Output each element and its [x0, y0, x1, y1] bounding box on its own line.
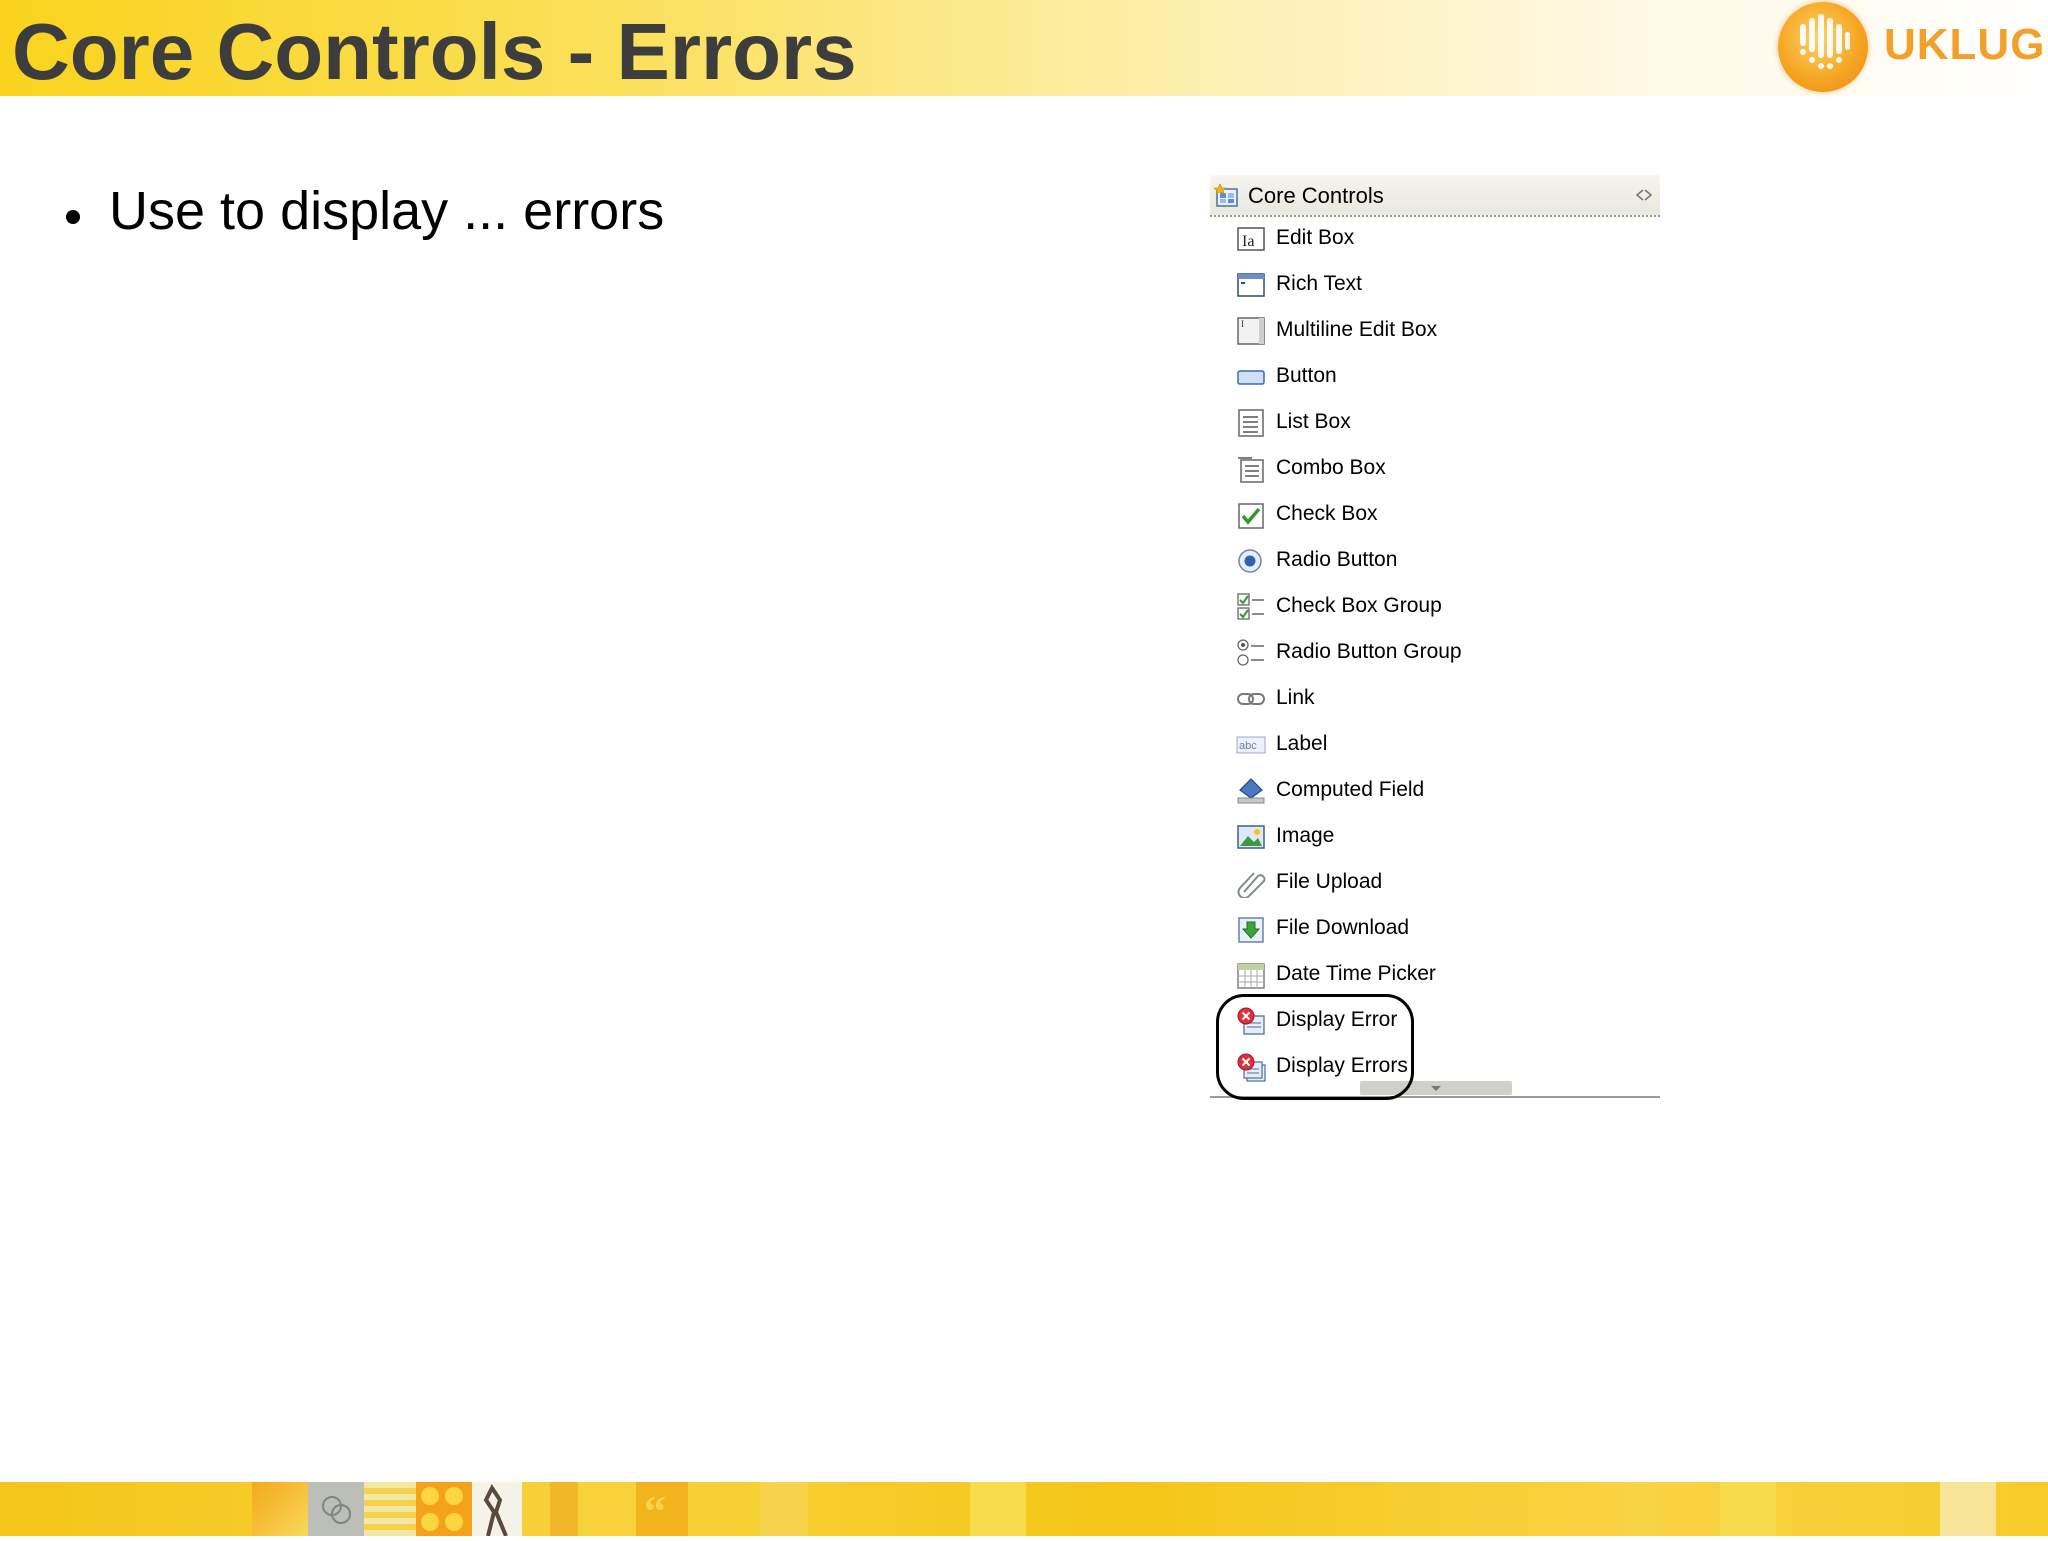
footer-tile	[364, 1482, 416, 1536]
footer-tile	[760, 1482, 808, 1536]
decorative-footer-strip: “	[0, 1482, 2048, 1537]
palette-header-label: Core Controls	[1248, 183, 1384, 208]
core-controls-drawer-icon	[1214, 183, 1238, 207]
rich-text-icon	[1237, 273, 1265, 297]
svg-text:abc: abc	[1239, 740, 1257, 752]
palette-item-link[interactable]: Link	[1236, 679, 1636, 719]
uklug-logo: UKLUG	[1778, 2, 2044, 92]
footer-tile	[308, 1482, 364, 1536]
palette-item-radio-button[interactable]: Radio Button	[1236, 541, 1636, 581]
footer-tile	[550, 1482, 578, 1536]
palette-item-check-box-group[interactable]: Check Box Group	[1236, 587, 1636, 627]
palette-item-combo-box[interactable]: Combo Box	[1236, 449, 1636, 489]
svg-text:Ia: Ia	[1242, 233, 1254, 250]
radio-button-group-icon	[1237, 639, 1264, 666]
palette-item-computed-field[interactable]: Computed Field	[1236, 771, 1636, 811]
palette-item-button[interactable]: Button	[1236, 357, 1636, 397]
palette-item-date-time-picker[interactable]: Date Time Picker	[1236, 955, 1636, 995]
palette-item-label[interactable]: abc Label	[1236, 725, 1636, 765]
svg-text:I: I	[1241, 319, 1244, 329]
footer-tile	[252, 1482, 308, 1536]
error-controls-highlight	[1216, 994, 1414, 1100]
edit-box-icon: Ia	[1237, 227, 1265, 251]
footer-circles-icon	[322, 1496, 351, 1524]
palette-item-rich-text[interactable]: Rich Text	[1236, 265, 1636, 305]
slide-title: Core Controls - Errors	[12, 7, 857, 96]
multiline-edit-box-icon: I	[1237, 317, 1265, 345]
link-icon	[1237, 693, 1265, 705]
file-upload-icon	[1237, 872, 1266, 898]
uklug-logo-mark-icon	[1778, 2, 1868, 92]
palette-item-edit-box[interactable]: Ia Edit Box	[1236, 219, 1636, 259]
computed-field-icon	[1237, 778, 1265, 804]
collapse-drawer-icon[interactable]	[1634, 187, 1654, 203]
palette-item-image[interactable]: Image	[1236, 817, 1636, 857]
footer-tile	[472, 1482, 522, 1537]
footer-dots-icon	[421, 1487, 463, 1531]
palette-item-radio-button-group[interactable]: Radio Button Group	[1236, 633, 1636, 673]
combo-box-icon	[1238, 457, 1264, 483]
bullet-text: Use to display ... errors	[109, 181, 665, 241]
palette-item-multiline-edit-box[interactable]: I Multiline Edit Box	[1236, 311, 1636, 351]
palette-item-list-box[interactable]: List Box	[1236, 403, 1636, 443]
palette-item-file-download[interactable]: File Download	[1236, 909, 1636, 949]
radio-button-icon	[1238, 549, 1262, 573]
palette-header[interactable]: Core Controls	[1210, 175, 1660, 217]
image-icon	[1237, 825, 1265, 849]
palette-item-file-upload[interactable]: File Upload	[1236, 863, 1636, 903]
footer-tile: “	[636, 1482, 688, 1536]
file-download-icon	[1238, 917, 1264, 943]
footer-tile	[1720, 1482, 1776, 1536]
list-box-icon	[1238, 409, 1264, 437]
footer-tile	[1940, 1482, 1996, 1536]
label-icon: abc	[1236, 736, 1266, 754]
footer-quote-icon: “	[644, 1487, 666, 1536]
footer-figure-icon	[483, 1484, 508, 1537]
button-icon	[1237, 370, 1265, 385]
slide-header: Core Controls - Errors UKLUG	[0, 0, 2048, 96]
footer-tile	[416, 1482, 472, 1536]
date-time-picker-icon	[1237, 963, 1265, 989]
core-controls-palette: Core Controls Ia Edit Box Rich Text I Mu…	[1210, 173, 1660, 1101]
svg-text:“: “	[644, 1487, 666, 1536]
check-box-group-icon	[1237, 593, 1264, 620]
palette-item-check-box[interactable]: Check Box	[1236, 495, 1636, 535]
uklug-logo-text: UKLUG	[1884, 20, 2046, 69]
footer-tile	[970, 1482, 1026, 1536]
bullet-dot	[66, 210, 80, 224]
check-box-icon	[1238, 503, 1264, 529]
